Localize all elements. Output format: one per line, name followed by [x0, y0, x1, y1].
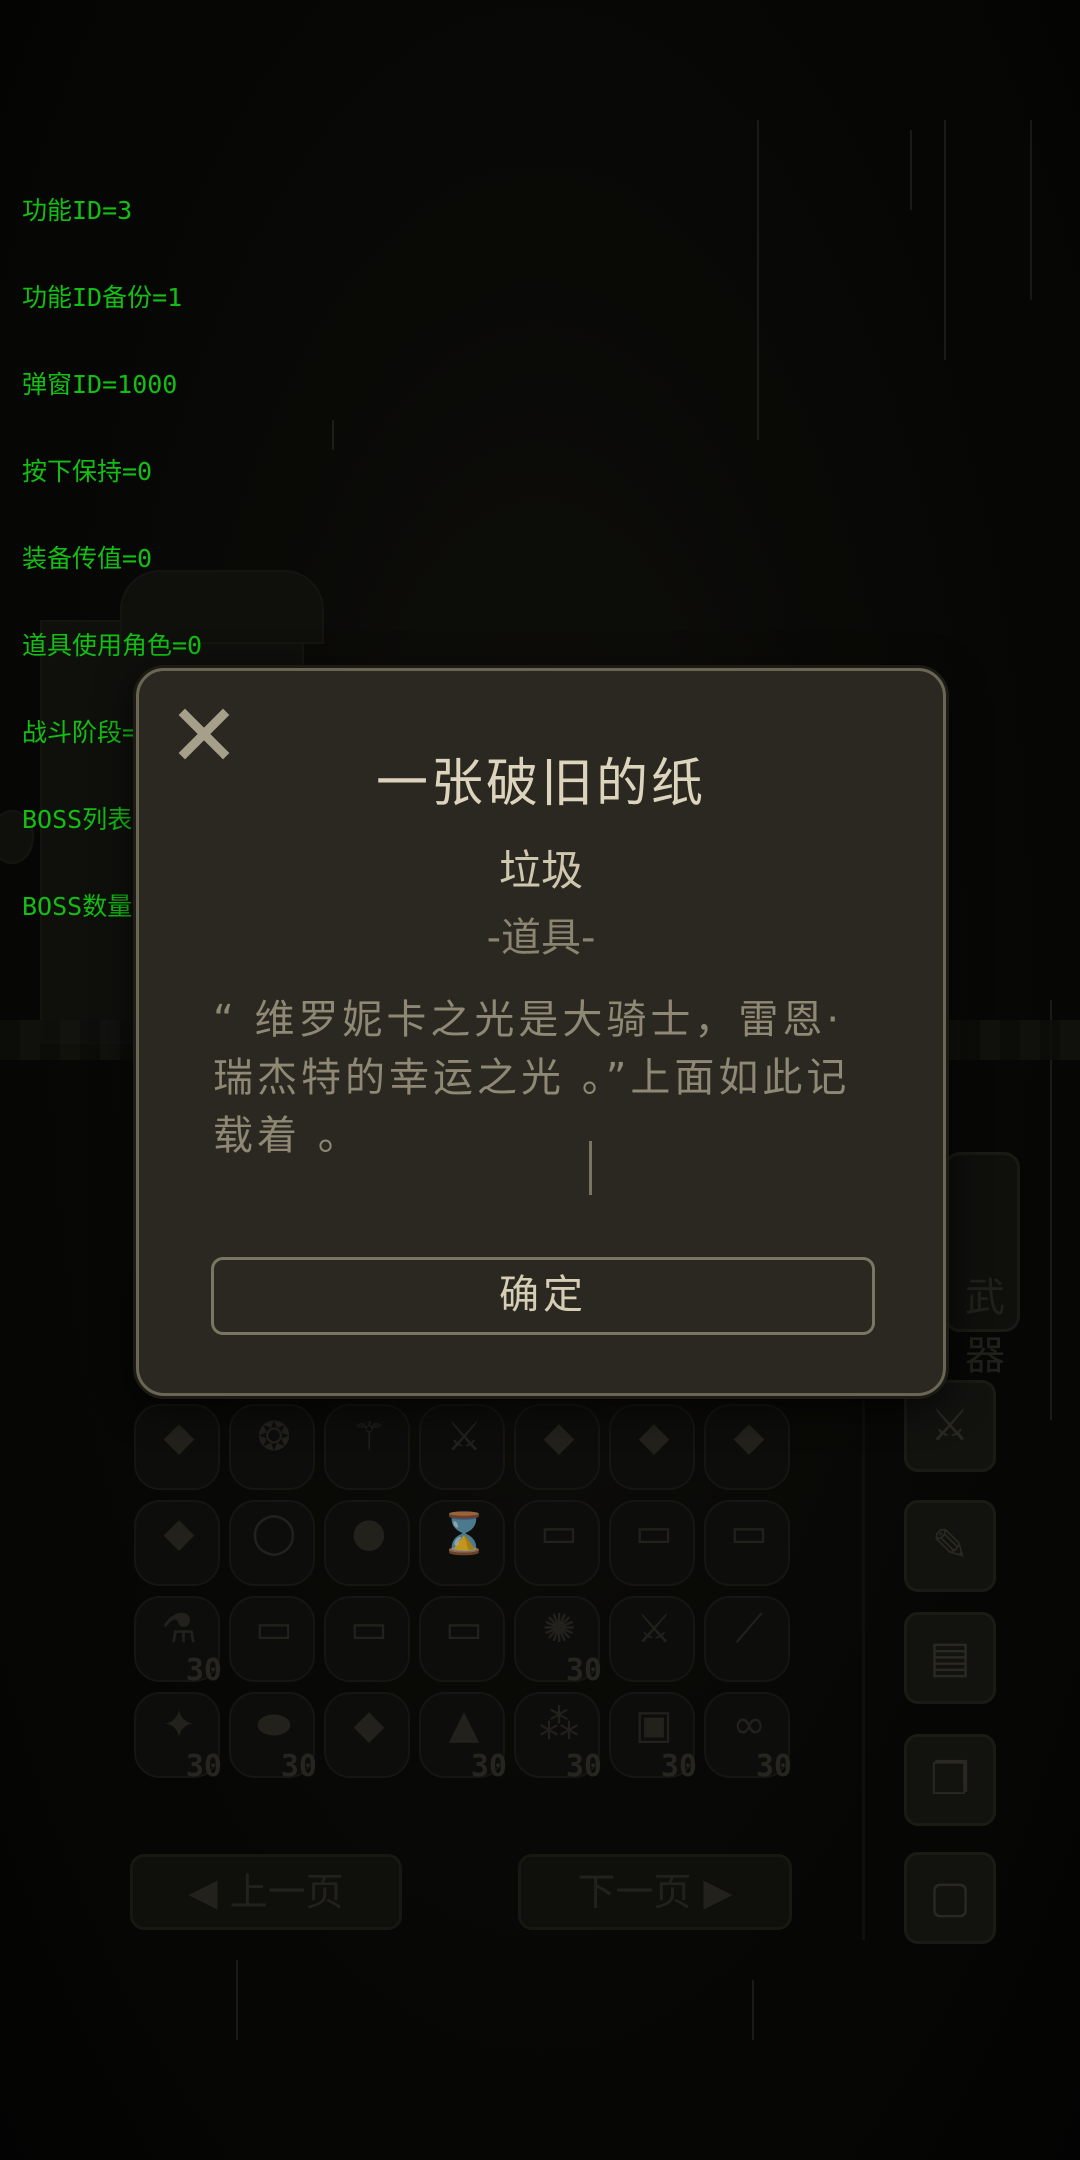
item-title: 一张破旧的纸: [375, 754, 706, 814]
item-detail-dialog: 一张破旧的纸 垃圾 -道具- “ 维罗妮卡之光是大骑士，雷恩·瑞杰特的幸运之光 …: [136, 668, 946, 1396]
text-caret: [589, 1141, 592, 1195]
item-type: -道具-: [486, 915, 596, 961]
item-description: “ 维罗妮卡之光是大骑士，雷恩·瑞杰特的幸运之光 。”上面如此记载着 。: [213, 997, 851, 1159]
confirm-button[interactable]: 确定: [211, 1257, 875, 1335]
item-category: 垃圾: [498, 846, 583, 895]
game-screen: 功能ID=3 功能ID备份=1 弹窗ID=1000 按下保持=0 装备传值=0 …: [0, 0, 1080, 2160]
